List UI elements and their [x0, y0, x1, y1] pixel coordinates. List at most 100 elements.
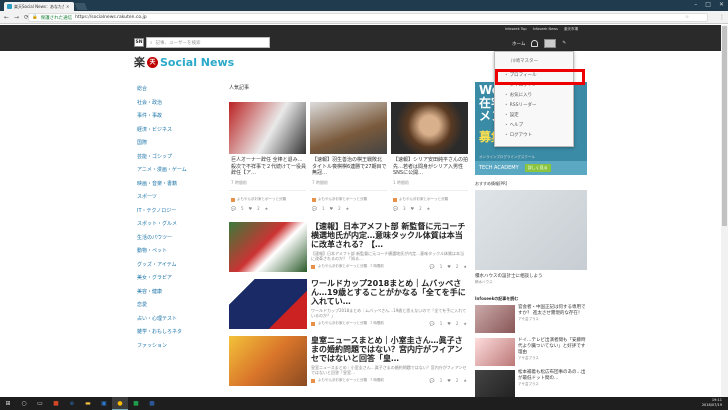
browser-menu-icon[interactable]: ⋮	[719, 14, 725, 21]
like-icon[interactable]: ♥	[447, 378, 451, 383]
like-icon[interactable]: ♥	[330, 206, 334, 211]
close-window-icon[interactable]: ✕	[719, 1, 724, 8]
ad-cta-button[interactable]: 詳しく見る	[524, 164, 551, 172]
side-article-title[interactable]: ドイ…テレビ出演者間も「安藤時代より臓ついてない」と好評です理由	[518, 338, 587, 356]
home-link[interactable]: ホーム	[512, 41, 525, 47]
favorite-star-icon[interactable]: ★	[463, 264, 467, 269]
minimize-icon[interactable]: –	[694, 1, 697, 8]
category-item[interactable]: 映画・音楽・書籍	[137, 180, 217, 194]
notification-bell-icon[interactable]	[531, 40, 539, 47]
article-source[interactable]: よもやん＠お家とボーっと分類	[391, 190, 468, 202]
like-icon[interactable]: ♥	[249, 206, 253, 211]
search-input[interactable]: ⌕ 記事、ユーザーを検索	[146, 37, 270, 48]
category-item[interactable]: 雑学・おもしろネタ	[137, 328, 217, 342]
task-view-icon[interactable]: ▭	[32, 397, 48, 410]
category-item[interactable]: 生活のパウツー	[137, 234, 217, 248]
address-bar[interactable]: 🔒 保護された通信 https://socialnews.rakuten.co.…	[28, 13, 708, 22]
category-item[interactable]: スポーツ	[137, 193, 217, 207]
sn-logo[interactable]: SN	[134, 38, 144, 47]
article-thumbnail[interactable]	[229, 102, 306, 154]
article-thumbnail[interactable]	[391, 102, 468, 154]
article-row[interactable]: 【速報】日本アメフト部 新監督に元コーチ横選地氏が内定…意味タックル体質は本当に…	[229, 222, 467, 275]
favorite-star-icon[interactable]: ★	[265, 206, 269, 211]
side-article[interactable]: 官会者・中国正記は何する専用ですか？ 進太させ實現的な存在！ アサ芸プラス	[475, 305, 587, 335]
like-icon[interactable]: ♥	[447, 264, 451, 269]
category-item[interactable]: ファッション	[137, 342, 217, 356]
article-thumbnail[interactable]	[229, 336, 307, 386]
browser-tab[interactable]: 楽天Social News：あなたが… ✕	[4, 2, 74, 11]
powerpoint-icon[interactable]: ■	[48, 397, 64, 410]
side-thumbnail[interactable]	[475, 370, 515, 398]
menu-item-profile[interactable]: • プロフィール	[495, 70, 573, 80]
category-item[interactable]: 芸能・ゴシップ	[137, 153, 217, 167]
comment-icon[interactable]: 💬	[231, 206, 236, 211]
recommend-image[interactable]	[475, 190, 587, 270]
user-avatar[interactable]	[544, 39, 557, 48]
article-title[interactable]: 【速報】日本アメフト部 新監督に元コーチ横選地氏が内定…意味タックル体質は本当に…	[311, 222, 467, 249]
close-tab-icon[interactable]: ✕	[66, 4, 69, 9]
menu-item-favorites[interactable]: • お気に入り	[495, 90, 573, 100]
site-brand[interactable]: 楽天 Social News	[134, 54, 234, 70]
article-title[interactable]: 【速報】羽生善治の棋王戦敗北 タイトル喪棋棋6連勝で27期目で無冠…	[310, 154, 387, 180]
comment-icon[interactable]: 💬	[430, 378, 435, 383]
side-article-title[interactable]: 松本補着も松広布団事のあの…出が最低ドット間の…	[518, 370, 587, 382]
category-item[interactable]: 社会・政治	[137, 99, 217, 113]
maximize-icon[interactable]: □	[705, 1, 711, 8]
start-icon[interactable]: ⊞	[0, 397, 16, 410]
article-title[interactable]: 巨人オーナー辞任 全棒と退み…殺次で不祥事で２代続けて一役員辞任【ア…	[229, 154, 306, 180]
article-row[interactable]: ワールドカップ2018まとめ｜ムバッペさん…19歳とすることがかなる「全てを手に…	[229, 279, 467, 332]
category-item[interactable]: 美容・健康	[137, 288, 217, 302]
new-tab-button[interactable]	[74, 3, 88, 10]
side-thumbnail[interactable]	[475, 338, 515, 366]
comment-icon[interactable]: 💬	[393, 206, 398, 211]
side-article-title[interactable]: 官会者・中国正記は何する専用ですか？ 進太させ實現的な存在！	[518, 305, 587, 317]
menu-item-settings[interactable]: • 設定	[495, 110, 573, 120]
file-explorer-icon[interactable]: ▬	[80, 397, 96, 410]
rakuten-ichiba-link[interactable]: 楽天市場	[564, 27, 578, 32]
search-icon[interactable]: ○	[16, 397, 32, 410]
dropdown-username[interactable]: 川崎マスター	[495, 52, 573, 70]
bookmark-star-icon[interactable]: ☆	[685, 15, 689, 20]
article-title[interactable]: ワールドカップ2018まとめ｜ムバッペさん…19歳とすることがかなる「全てを手に…	[311, 279, 467, 306]
favorite-star-icon[interactable]: ★	[346, 206, 350, 211]
word-icon[interactable]: ■	[144, 397, 160, 410]
like-icon[interactable]: ♥	[411, 206, 415, 211]
article-thumbnail[interactable]	[229, 279, 307, 329]
category-item[interactable]: 事件・事故	[137, 112, 217, 126]
side-thumbnail[interactable]	[475, 305, 515, 333]
category-item[interactable]: スポット・グルメ	[137, 220, 217, 234]
store-icon[interactable]: ▣	[96, 397, 112, 410]
category-item[interactable]: 国際	[137, 139, 217, 153]
compose-pen-icon[interactable]: ✎	[562, 41, 566, 46]
article-card[interactable]: 【速報】シリア安田純平さんの拍先…若者は間身がシリア入男性SNSに公開… 1 時…	[391, 102, 468, 214]
like-icon[interactable]: ♥	[447, 321, 451, 326]
category-item[interactable]: 経済・ビジネス	[137, 126, 217, 140]
infoseek-top-link[interactable]: Infoseek Top	[505, 27, 527, 32]
side-article[interactable]: 松本補着も松広布団事のあの…出が最低ドット間の… アサ芸プラス	[475, 370, 587, 400]
article-card[interactable]: 巨人オーナー辞任 全棒と退み…殺次で不祥事で２代続けて一役員辞任【ア… 7 時間…	[229, 102, 306, 214]
category-item[interactable]: 総合	[137, 85, 217, 99]
forward-icon[interactable]: →	[14, 14, 19, 21]
scrollbar-thumb[interactable]	[722, 26, 727, 226]
excel-icon[interactable]: ■	[128, 397, 144, 410]
menu-item-timeline[interactable]: • タイムライン	[495, 80, 573, 90]
category-item[interactable]: IT・テクノロジー	[137, 207, 217, 221]
article-thumbnail[interactable]	[229, 222, 307, 272]
menu-item-rss-reader[interactable]: • RSSリーダー	[495, 100, 573, 110]
favorite-star-icon[interactable]: ★	[427, 206, 431, 211]
back-icon[interactable]: ←	[4, 14, 9, 21]
category-item[interactable]: 美女・グラビア	[137, 274, 217, 288]
comment-icon[interactable]: 💬	[430, 264, 435, 269]
article-source[interactable]: よもやん＠お家とボーっと分類	[310, 190, 387, 202]
article-title[interactable]: 【速報】シリア安田純平さんの拍先…若者は間身がシリア入男性SNSに公開…	[391, 154, 468, 180]
favorite-star-icon[interactable]: ★	[463, 378, 467, 383]
menu-item-logout[interactable]: • ログアウト	[495, 130, 573, 140]
chrome-icon[interactable]: ●	[112, 397, 128, 410]
article-row[interactable]: 皇室ニュースまとめ｜小室圭さん…眞子さまの婚約問題ではない？宮内庁がフィアンセで…	[229, 336, 467, 389]
category-item[interactable]: グッズ・アイテム	[137, 261, 217, 275]
category-item[interactable]: 動物・ペット	[137, 247, 217, 261]
category-item[interactable]: 恋愛	[137, 301, 217, 315]
article-source[interactable]: よもやん＠お家とボーっと分類	[229, 190, 306, 202]
comment-icon[interactable]: 💬	[430, 321, 435, 326]
favorite-star-icon[interactable]: ★	[463, 321, 467, 326]
